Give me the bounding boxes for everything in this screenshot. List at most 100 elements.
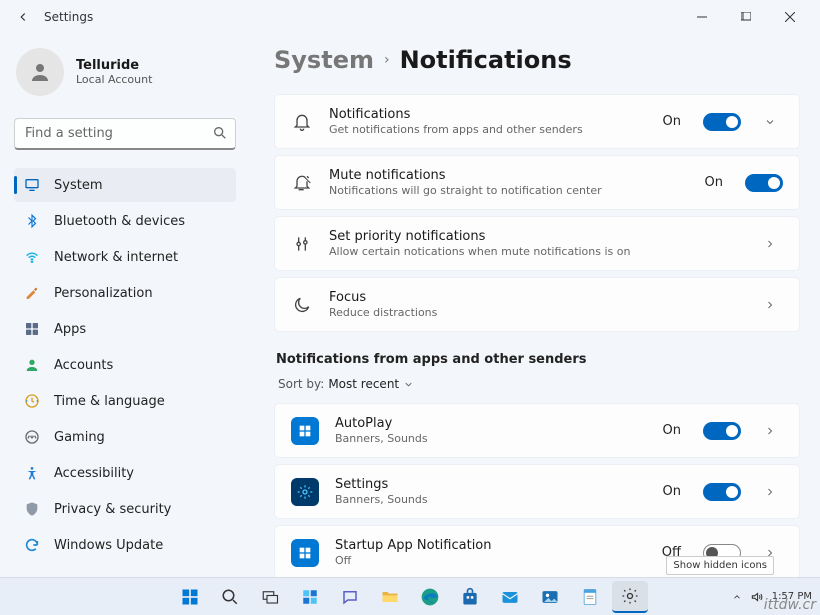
setting-notifications[interactable]: Notifications Get notifications from app… [274, 94, 800, 149]
app-title: Startup App Notification [335, 538, 646, 553]
arrow-left-icon [16, 10, 30, 24]
taskbar-search[interactable] [212, 581, 248, 613]
app-row-settings[interactable]: Settings Banners, Sounds On [274, 464, 800, 519]
explorer-button[interactable] [372, 581, 408, 613]
sidebar-item-gaming[interactable]: Gaming [14, 420, 236, 454]
chevron-down-icon [403, 379, 414, 390]
open-button[interactable] [757, 425, 783, 437]
search-icon [212, 125, 228, 141]
app-tile-icon [291, 478, 319, 506]
volume-icon[interactable] [750, 590, 764, 604]
autoplay-toggle[interactable] [703, 422, 741, 440]
search-icon [221, 588, 239, 606]
minimize-button[interactable] [680, 2, 724, 32]
sidebar-item-network[interactable]: Network & internet [14, 240, 236, 274]
setting-title: Mute notifications [329, 168, 689, 183]
toggle-state-label: On [663, 423, 681, 438]
account-block[interactable]: Telluride Local Account [14, 44, 236, 100]
chat-button[interactable] [332, 581, 368, 613]
sidebar-item-time[interactable]: Time & language [14, 384, 236, 418]
sidebar-item-accessibility[interactable]: Accessibility [14, 456, 236, 490]
toggle-state-label: On [663, 114, 681, 129]
setting-focus[interactable]: Focus Reduce distractions [274, 277, 800, 332]
sort-dropdown[interactable]: Sort by: Most recent [278, 377, 800, 391]
apps-icon [24, 321, 40, 337]
system-tray[interactable]: 1:57 PM [732, 590, 812, 604]
app-subtitle: Banners, Sounds [335, 432, 647, 445]
sidebar-item-label: Personalization [54, 286, 153, 301]
breadcrumb-parent[interactable]: System [274, 46, 374, 74]
sidebar-item-label: Bluetooth & devices [54, 214, 185, 229]
setting-title: Notifications [329, 107, 647, 122]
settings-app-toggle[interactable] [703, 483, 741, 501]
mute-toggle[interactable] [745, 174, 783, 192]
widgets-button[interactable] [292, 581, 328, 613]
toggle-state-label: On [705, 175, 723, 190]
chevron-right-icon: › [384, 52, 390, 68]
mail-button[interactable] [492, 581, 528, 613]
accessibility-icon [24, 465, 40, 481]
brush-icon [24, 285, 40, 301]
sidebar-item-accounts[interactable]: Accounts [14, 348, 236, 382]
open-button[interactable] [757, 238, 783, 250]
app-title: Settings [335, 477, 647, 492]
mail-icon [500, 587, 520, 607]
photos-button[interactable] [532, 581, 568, 613]
back-button[interactable] [8, 2, 38, 32]
open-button[interactable] [757, 486, 783, 498]
priority-icon [291, 233, 313, 255]
sidebar-item-update[interactable]: Windows Update [14, 528, 236, 562]
chevron-up-icon[interactable] [732, 592, 742, 602]
expand-button[interactable] [757, 116, 783, 128]
mute-icon [291, 172, 313, 194]
widgets-icon [301, 588, 319, 606]
close-button[interactable] [768, 2, 812, 32]
search-input[interactable] [14, 118, 236, 150]
sidebar-item-apps[interactable]: Apps [14, 312, 236, 346]
start-button[interactable] [172, 581, 208, 613]
sidebar-item-privacy[interactable]: Privacy & security [14, 492, 236, 526]
setting-subtitle: Reduce distractions [329, 306, 741, 319]
notifications-toggle[interactable] [703, 113, 741, 131]
sidebar-item-label: Gaming [54, 430, 105, 445]
settings-button[interactable] [612, 581, 648, 613]
app-subtitle: Off [335, 554, 646, 567]
accounts-icon [24, 357, 40, 373]
photos-icon [540, 587, 560, 607]
edge-button[interactable] [412, 581, 448, 613]
chevron-down-icon [764, 116, 776, 128]
notepad-button[interactable] [572, 581, 608, 613]
app-title: AutoPlay [335, 416, 647, 431]
minimize-icon [697, 12, 707, 22]
open-button[interactable] [757, 299, 783, 311]
update-icon [24, 537, 40, 553]
sidebar-item-system[interactable]: System [14, 168, 236, 202]
sidebar-item-label: Apps [54, 322, 86, 337]
store-button[interactable] [452, 581, 488, 613]
setting-title: Set priority notifications [329, 229, 741, 244]
sidebar-item-label: System [54, 178, 102, 193]
setting-priority[interactable]: Set priority notifications Allow certain… [274, 216, 800, 271]
notepad-icon [580, 587, 600, 607]
app-row-autoplay[interactable]: AutoPlay Banners, Sounds On [274, 403, 800, 458]
sidebar-item-label: Network & internet [54, 250, 178, 265]
app-title: Settings [44, 10, 93, 24]
breadcrumb: System › Notifications [274, 46, 800, 74]
windows-icon [180, 587, 200, 607]
sidebar-item-label: Time & language [54, 394, 165, 409]
sort-label: Sort by: [278, 377, 324, 391]
setting-mute[interactable]: Mute notifications Notifications will go… [274, 155, 800, 210]
sidebar-item-label: Accounts [54, 358, 113, 373]
task-view-button[interactable] [252, 581, 288, 613]
sidebar-item-personalization[interactable]: Personalization [14, 276, 236, 310]
content: System › Notifications Notifications Get… [250, 34, 820, 577]
system-icon [24, 177, 40, 193]
person-icon [28, 60, 52, 84]
sidebar-item-bluetooth[interactable]: Bluetooth & devices [14, 204, 236, 238]
maximize-button[interactable] [724, 2, 768, 32]
chevron-right-icon [764, 425, 776, 437]
tray-clock[interactable]: 1:57 PM [772, 591, 812, 602]
avatar [16, 48, 64, 96]
sort-value: Most recent [328, 377, 399, 391]
setting-title: Focus [329, 290, 741, 305]
